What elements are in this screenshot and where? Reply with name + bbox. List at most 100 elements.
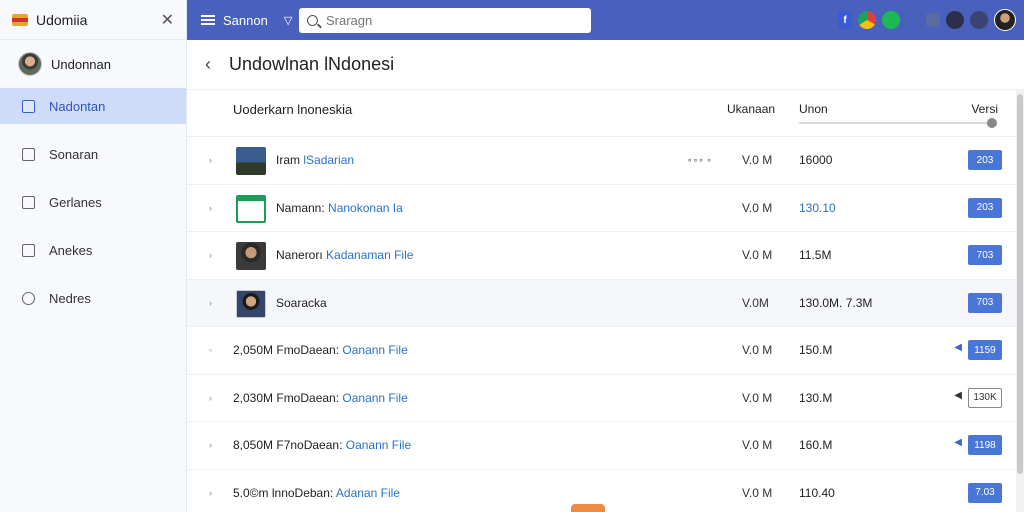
sidebar: Udomiia ✕ Undonnan Nadontan Sonaran Gerl… bbox=[0, 0, 187, 512]
file-thumbnail bbox=[236, 289, 266, 318]
dots-app-icon[interactable] bbox=[970, 11, 988, 29]
window-icon bbox=[22, 195, 35, 209]
file-size: V.0 M bbox=[742, 390, 773, 405]
version-badge[interactable]: 130K bbox=[968, 387, 1002, 408]
file-unit: 160.M bbox=[799, 438, 833, 452]
table-row[interactable]: › Nanerorı Kadanaman File V.0 M 11.5M 703 bbox=[187, 232, 1024, 280]
file-name[interactable]: Iram lSadarian bbox=[276, 153, 354, 167]
slider-knob[interactable] bbox=[987, 118, 997, 128]
chart-icon bbox=[22, 99, 35, 113]
table-row[interactable]: › Soaracka V.0M 130.0M. 7.3M 703 bbox=[187, 279, 1024, 327]
top-bar: Sannon ▽ f bbox=[187, 0, 1024, 40]
file-unit: 110.40 bbox=[799, 485, 835, 500]
file-link[interactable]: Adanan File bbox=[336, 486, 400, 500]
menu-icon[interactable] bbox=[201, 14, 215, 26]
version-badge[interactable]: 1159 bbox=[968, 340, 1002, 360]
chevron-down-icon[interactable]: ▽ bbox=[284, 14, 292, 27]
table-header: Uoderkarn lnoneskia Ukanaan Unon Versi bbox=[187, 90, 1024, 137]
file-size: V.0M bbox=[742, 295, 769, 310]
search-input[interactable] bbox=[326, 13, 566, 28]
file-link[interactable]: lSadarian bbox=[303, 153, 354, 167]
file-size: V.0 M bbox=[742, 248, 773, 262]
file-name-prefix: Nanerorı bbox=[276, 248, 327, 262]
file-unit: 130.M bbox=[799, 390, 833, 405]
close-icon[interactable]: ✕ bbox=[161, 10, 174, 30]
sidebar-item-nadontan[interactable]: Nadontan bbox=[0, 88, 186, 124]
file-thumbnail bbox=[236, 147, 266, 175]
box-icon bbox=[22, 243, 35, 257]
title-row: ‹ Undowlnan lNdonesi bbox=[187, 40, 1024, 90]
file-link[interactable]: Oanann File bbox=[346, 438, 411, 452]
search-box[interactable] bbox=[299, 8, 591, 33]
column-header-unit[interactable]: Unon bbox=[799, 102, 828, 116]
sidebar-item-gerlanes[interactable]: Gerlanes bbox=[0, 184, 186, 220]
row-meta: ∘∘∘ ∘ bbox=[687, 155, 713, 165]
sidebar-item-label: Gerlanes bbox=[49, 194, 102, 210]
main-panel: ‹ Undowlnan lNdonesi Uoderkarn lnoneskia… bbox=[187, 40, 1024, 512]
sidebar-item-label: Nedres bbox=[49, 290, 91, 306]
filter-icon bbox=[22, 147, 35, 161]
column-slider[interactable] bbox=[799, 118, 997, 128]
column-header-size[interactable]: Ukanaan bbox=[727, 102, 775, 116]
file-name-prefix: Iram bbox=[276, 153, 304, 167]
file-name[interactable]: 2,030M FmoDaean: Oanann File bbox=[233, 391, 408, 405]
version-badge[interactable]: 703 bbox=[968, 245, 1002, 265]
version-badge[interactable]: 1198 bbox=[968, 435, 1002, 455]
file-unit: 130.10 bbox=[799, 200, 836, 215]
sidebar-item-sonaran[interactable]: Sonaran bbox=[0, 136, 186, 172]
version-badge[interactable]: 7.03 bbox=[968, 482, 1002, 503]
row-indicator-icon: › bbox=[209, 202, 212, 213]
scrollbar[interactable] bbox=[1016, 90, 1024, 512]
table-row[interactable]: ◦ 2,050M FmoDaean: Oanann File V.0 M 150.M ◀… bbox=[187, 327, 1024, 375]
app-brand: Udomiia bbox=[36, 11, 88, 28]
scrollbar-thumb[interactable] bbox=[1017, 94, 1023, 474]
file-name[interactable]: 5.0©m lnnoDeban: Adanan File bbox=[233, 486, 400, 500]
column-header-name[interactable]: Uoderkarn lnoneskia bbox=[233, 102, 352, 117]
file-name[interactable]: 8,050M F7noDaean: Oanann File bbox=[233, 438, 411, 452]
page-title: Undowlnan lNdonesi bbox=[229, 54, 395, 74]
expand-arrow-icon[interactable]: ◀ bbox=[954, 437, 962, 448]
top-label: Sannon bbox=[223, 12, 268, 28]
dark-app-icon[interactable] bbox=[946, 11, 964, 29]
table-row[interactable]: › 5.0©m lnnoDeban: Adanan File V.0 M 110.40… bbox=[187, 470, 1024, 512]
file-name[interactable]: 2,050M FmoDaean: Oanann File bbox=[233, 343, 408, 357]
file-link[interactable]: Oanann File bbox=[342, 343, 407, 357]
expand-arrow-icon[interactable]: ◀ bbox=[954, 390, 962, 401]
sidebar-item-label: Sonaran bbox=[49, 146, 99, 162]
facebook-icon[interactable]: f bbox=[838, 11, 852, 29]
sidebar-item-label: Nadontan bbox=[49, 98, 106, 114]
version-badge[interactable]: 703 bbox=[968, 292, 1002, 313]
table-row[interactable]: › Namann: Nanokonan Ia V.0 M 130.10 203 bbox=[187, 185, 1024, 232]
row-indicator-icon: › bbox=[209, 487, 212, 498]
file-unit: 11.5M bbox=[799, 248, 832, 262]
table-row[interactable]: › Iram lSadarian ∘∘∘ ∘ V.0 M 16000 203 bbox=[187, 137, 1024, 185]
file-name[interactable]: Nanerorı Kadanaman File bbox=[276, 248, 413, 262]
file-size: V.0 M bbox=[742, 438, 773, 452]
profile-icon[interactable] bbox=[994, 9, 1016, 31]
square-app-icon[interactable] bbox=[926, 13, 940, 27]
back-arrow-icon[interactable]: ‹ bbox=[205, 54, 211, 75]
file-link[interactable]: Oanann File bbox=[342, 391, 407, 405]
file-unit: 150.M bbox=[799, 343, 833, 357]
file-name[interactable]: Namann: Nanokonan Ia bbox=[276, 201, 403, 215]
expand-arrow-icon[interactable]: ◀ bbox=[954, 342, 962, 353]
table-row[interactable]: › 8,050M F7noDaean: Oanann File V.0 M 160.M… bbox=[187, 422, 1024, 470]
file-unit: 16000 bbox=[799, 153, 833, 167]
chrome-icon[interactable] bbox=[858, 11, 876, 29]
table-row[interactable]: › 2,030M FmoDaean: Oanann File V.0 M 130.M ◀… bbox=[187, 375, 1024, 422]
sidebar-user[interactable]: Undonnan bbox=[0, 40, 186, 88]
file-name-prefix: 2,030M FmoDaean: bbox=[233, 390, 343, 405]
sidebar-item-anekes[interactable]: Anekes bbox=[0, 232, 186, 268]
column-header-version[interactable]: Versi bbox=[971, 102, 998, 116]
file-name[interactable]: Soaracka bbox=[276, 296, 327, 310]
row-indicator-icon: › bbox=[209, 440, 212, 450]
file-thumbnail bbox=[236, 242, 266, 270]
green-app-icon[interactable] bbox=[882, 11, 900, 29]
file-name-prefix: Soaracka bbox=[276, 295, 327, 310]
version-badge[interactable]: 203 bbox=[968, 150, 1002, 170]
orange-tab-indicator bbox=[571, 504, 605, 512]
file-link[interactable]: Nanokonan Ia bbox=[328, 201, 403, 215]
version-badge[interactable]: 203 bbox=[968, 197, 1002, 218]
file-link[interactable]: Kadanaman File bbox=[326, 248, 413, 262]
sidebar-item-nedres[interactable]: Nedres bbox=[0, 280, 186, 316]
